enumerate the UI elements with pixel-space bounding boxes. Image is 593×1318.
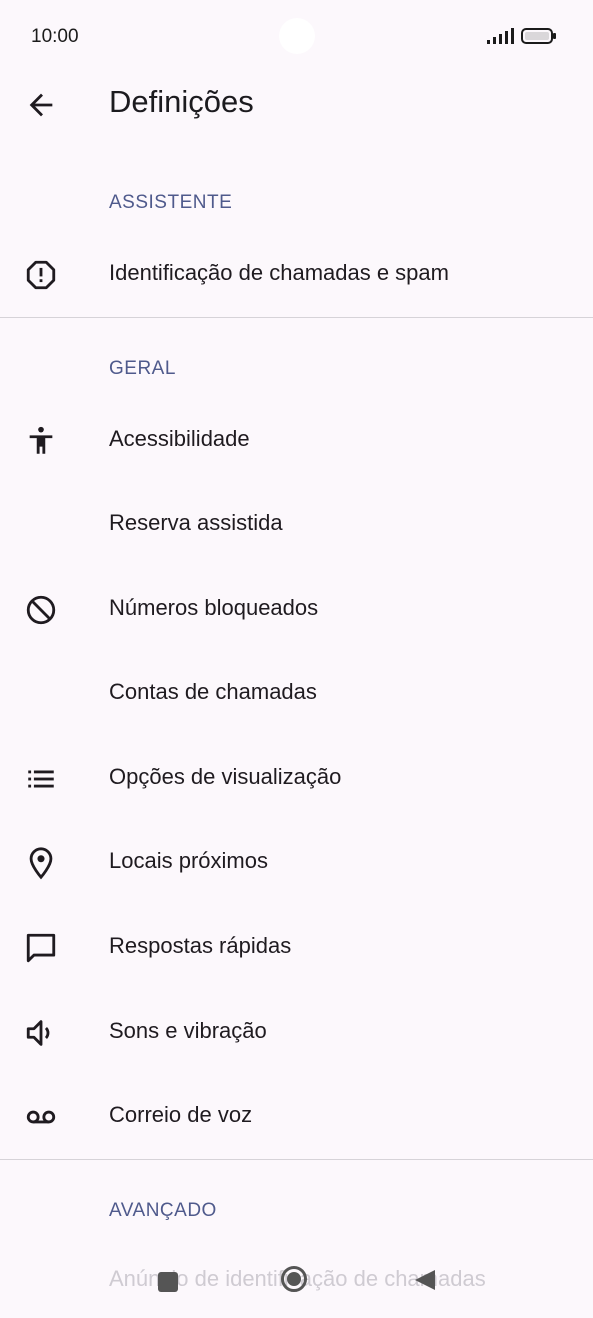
nav-back-icon[interactable] (413, 1268, 437, 1292)
accessibility-icon (29, 426, 53, 454)
section-header-general: GERAL (109, 358, 176, 379)
settings-item-label: Acessibilidade (109, 426, 250, 451)
settings-item-sounds-vibration[interactable]: Sons e vibração (0, 990, 593, 1074)
page-title: Definições (109, 84, 254, 119)
settings-item-assisted-reservation[interactable]: Reserva assistida (0, 482, 593, 566)
signal-icon (487, 28, 514, 44)
divider (0, 1159, 593, 1160)
home-dot-icon (287, 1272, 301, 1286)
chat-bubble-icon (26, 933, 56, 963)
settings-item-label: Contas de chamadas (109, 679, 317, 704)
section-header-assistant: ASSISTENTE (109, 192, 233, 213)
settings-item-display-options[interactable]: Opções de visualização (0, 736, 593, 820)
settings-item-call-accounts[interactable]: Contas de chamadas (0, 651, 593, 735)
camera-cutout (279, 18, 315, 54)
settings-item-nearby-places[interactable]: Locais próximos (0, 820, 593, 904)
settings-item-label: Correio de voz (109, 1102, 253, 1127)
voicemail-icon (26, 1110, 56, 1124)
battery-icon (521, 28, 556, 44)
settings-item-label: Identificação de chamadas e spam (109, 260, 449, 285)
settings-item-quick-responses[interactable]: Respostas rápidas (0, 905, 593, 989)
divider (0, 317, 593, 318)
settings-item-caller-id-spam[interactable]: Identificação de chamadas e spam (0, 232, 593, 316)
settings-item-label: Números bloqueados (109, 595, 319, 620)
status-bar: 10:00 (0, 0, 593, 72)
settings-item-label: Reserva assistida (109, 510, 283, 535)
settings-item-accessibility[interactable]: Acessibilidade (0, 398, 593, 482)
settings-item-label: Locais próximos (109, 848, 268, 873)
settings-item-blocked-numbers[interactable]: Números bloqueados (0, 567, 593, 651)
settings-item-label: Sons e vibração (109, 1018, 267, 1043)
settings-item-label: Respostas rápidas (109, 933, 292, 958)
location-pin-icon (29, 847, 53, 880)
recent-apps-button[interactable] (158, 1272, 178, 1292)
app-bar: Definições (0, 72, 593, 132)
status-time: 10:00 (31, 26, 79, 47)
settings-item-label: Opções de visualização (109, 764, 342, 789)
alert-octagon-icon (26, 260, 56, 290)
section-header-advanced: AVANÇADO (109, 1200, 217, 1221)
settings-item-voicemail[interactable]: Correio de voz (0, 1074, 593, 1158)
block-icon (26, 595, 56, 625)
list-icon (28, 770, 54, 788)
back-arrow-icon[interactable] (24, 88, 58, 122)
volume-icon (26, 1020, 50, 1046)
